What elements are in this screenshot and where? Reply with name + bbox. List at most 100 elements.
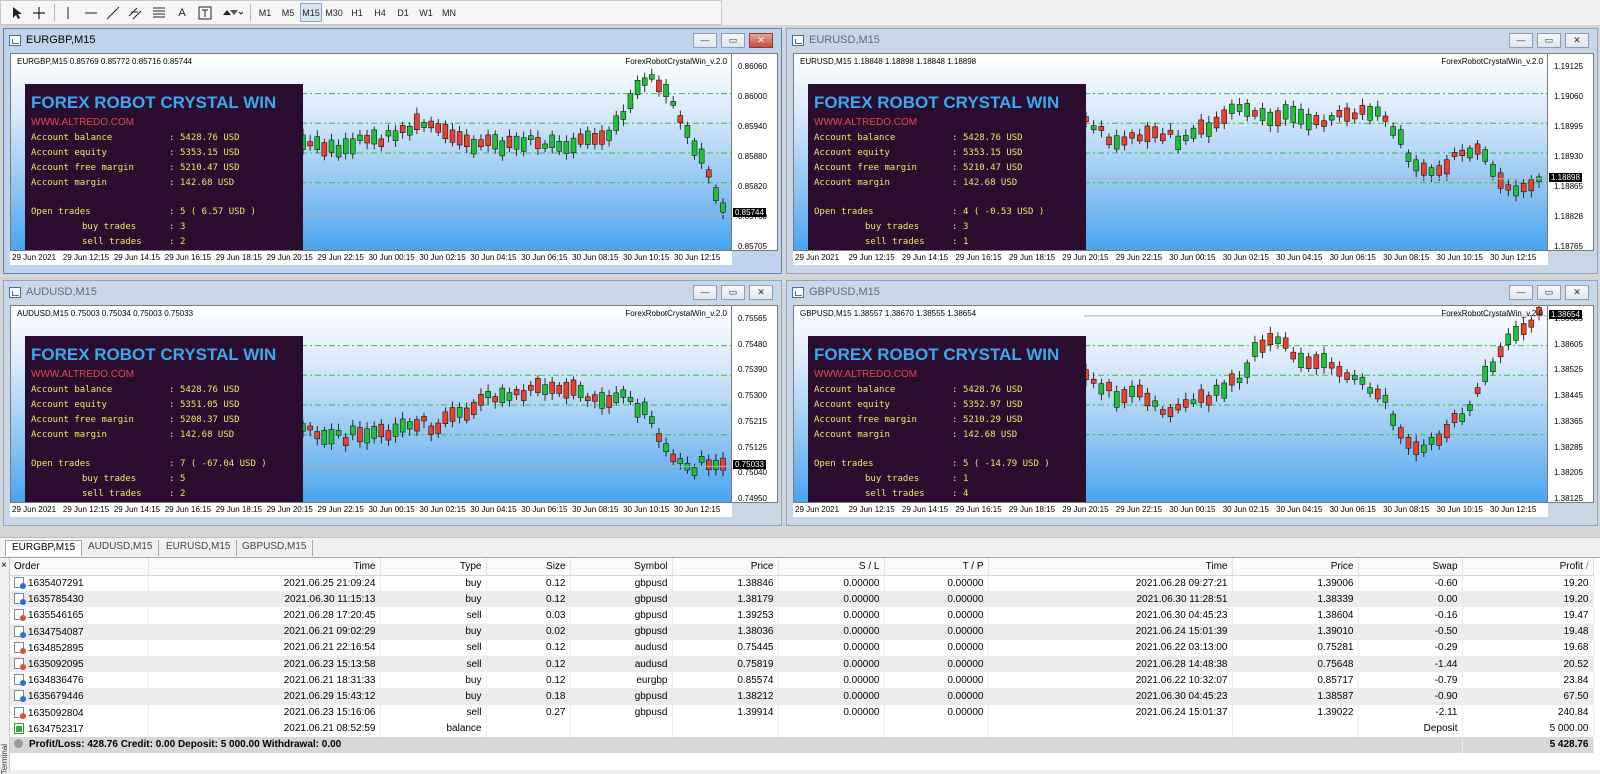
timeframe-m1-button[interactable]: M1 <box>254 3 276 22</box>
chart-window-titlebar[interactable]: EURUSD,M15 — ▭ ✕ <box>787 29 1597 53</box>
chart-window-titlebar[interactable]: GBPUSD,M15 — ▭ ✕ <box>787 281 1597 305</box>
chart-window-icon <box>9 287 21 298</box>
fibonacci-icon[interactable] <box>150 3 168 22</box>
trendline-icon[interactable] <box>104 3 122 22</box>
bull-candle <box>677 458 684 464</box>
tab-gbpusd[interactable]: GBPUSD,M15 <box>236 540 314 556</box>
close-button[interactable]: ✕ <box>1565 33 1589 48</box>
cell-value: 2021.06.21 18:31:33 <box>283 674 376 686</box>
minimize-button[interactable]: — <box>1509 33 1533 48</box>
close-button[interactable]: ✕ <box>749 33 773 48</box>
chart-ohlc-header: EURGBP,M15 0.85769 0.85772 0.85716 0.857… <box>17 57 193 66</box>
horizontal-line-icon[interactable] <box>82 3 100 22</box>
panel-free-margin-value: 5208.37 USD <box>180 415 240 425</box>
maximize-button[interactable]: ▭ <box>1537 33 1561 48</box>
table-row[interactable]: 1635407291 2021.06.25 21:09:24 buy 0.12 gbpu… <box>10 575 1594 592</box>
bear-candle <box>1405 437 1412 449</box>
channel-icon[interactable] <box>126 3 144 22</box>
cursor-icon[interactable] <box>8 3 26 22</box>
text-A-icon[interactable]: A <box>174 3 190 22</box>
tab-eurgbp[interactable]: EURGBP,M15 <box>5 540 83 556</box>
bull-candle <box>342 138 349 154</box>
timeframe-mn-button[interactable]: MN <box>438 3 460 22</box>
maximize-button[interactable]: ▭ <box>1537 285 1561 300</box>
column-header-time[interactable]: Time <box>148 558 381 576</box>
column-header-symbol[interactable]: Symbol <box>570 558 673 576</box>
minimize-button[interactable]: — <box>693 33 717 48</box>
column-header-time[interactable]: Time <box>988 558 1233 576</box>
column-header-swap[interactable]: Swap <box>1358 558 1463 576</box>
close-button[interactable]: ✕ <box>1565 285 1589 300</box>
table-row[interactable]: 1634836476 2021.06.21 18:31:33 buy 0.12 eurg… <box>10 672 1594 689</box>
chart-plot-area[interactable]: GBPUSD,M15 1.38557 1.38670 1.38555 1.386… <box>793 305 1548 503</box>
time-tick-label: 30 Jun 02:15 <box>419 505 466 514</box>
table-row[interactable]: 1634852895 2021.06.21 22:16:54 sell 0.12 aud… <box>10 639 1594 656</box>
cell-open-time: 2021.06.28 17:20:45 <box>148 607 381 624</box>
column-header-profit[interactable]: Profit / <box>1462 558 1594 576</box>
text-label-icon[interactable] <box>196 3 214 22</box>
table-row[interactable]: 1635092804 2021.06.23 15:16:06 sell 0.27 gbp… <box>10 704 1594 721</box>
cell-size: 0.02 <box>486 623 571 640</box>
bear-candle <box>1436 433 1442 446</box>
timeframe-h1-button[interactable]: H1 <box>346 3 368 22</box>
maximize-button[interactable]: ▭ <box>721 33 745 48</box>
timeframe-w1-button[interactable]: W1 <box>415 3 437 22</box>
timeframe-d1-button[interactable]: D1 <box>392 3 414 22</box>
table-row[interactable]: 1635546165 2021.06.28 17:20:45 sell 0.03 gbp… <box>10 607 1594 624</box>
table-row[interactable]: 1635679446 2021.06.29 15:43:12 buy 0.18 gbpu… <box>10 688 1594 705</box>
account-history-table-wrap: Order Time Type Size Symbol Price S / L T / P Ti… <box>10 558 1600 771</box>
column-header-order[interactable]: Order <box>10 558 149 576</box>
chart-plot-area[interactable]: EURUSD,M15 1.18848 1.18898 1.18848 1.188… <box>793 53 1548 251</box>
panel-colon: : <box>169 237 175 247</box>
timeframe-m5-button[interactable]: M5 <box>277 3 299 22</box>
cell-value: 2021.06.29 15:43:12 <box>283 690 376 702</box>
balance-row[interactable]: 1634752317 2021.06.21 08:52:59 balance Depo… <box>10 720 1594 737</box>
tab-audusd[interactable]: AUDUSD,M15 <box>82 540 160 556</box>
table-row[interactable]: 1634754087 2021.06.21 09:02:29 buy 0.02 gbpu… <box>10 623 1594 640</box>
chart-plot-area[interactable]: AUDUSD,M15 0.75003 0.75034 0.75003 0.750… <box>10 305 732 503</box>
cell-value: 0.75445 <box>737 642 774 654</box>
close-button[interactable]: ✕ <box>749 285 773 300</box>
column-header-sl[interactable]: S / L <box>778 558 885 576</box>
cell-value: 2021.06.21 09:02:29 <box>283 626 376 638</box>
bull-candle <box>1513 326 1519 341</box>
crosshair-icon[interactable] <box>30 3 48 22</box>
chart-window-titlebar[interactable]: AUDUSD,M15 — ▭ ✕ <box>4 281 781 305</box>
tab-eurusd[interactable]: EURUSD,M15 <box>160 540 238 556</box>
chart-window-eurusd[interactable]: EURUSD,M15 — ▭ ✕ EURUSD,M15 1.18848 1.18898 … <box>786 28 1598 274</box>
cell-value: 0.12 <box>546 674 566 686</box>
arrows-icon[interactable] <box>220 3 244 22</box>
column-header-price[interactable]: Price <box>1232 558 1359 576</box>
vertical-line-icon[interactable] <box>60 3 76 22</box>
chart-window-audusd[interactable]: AUDUSD,M15 — ▭ ✕ AUDUSD,M15 0.75003 0.75034 … <box>3 280 782 526</box>
panel-free-margin-value: 5210.47 USD <box>180 163 240 173</box>
time-tick-label: 30 Jun 08:15 <box>1383 505 1430 514</box>
column-header-type[interactable]: Type <box>380 558 487 576</box>
bear-candle <box>1459 149 1465 156</box>
table-row[interactable]: 1635785430 2021.06.30 11:15:13 buy 0.12 gbpu… <box>10 591 1594 608</box>
timeframe-m15-button[interactable]: M15 <box>300 3 322 22</box>
panel-balance-value: 5428.76 USD <box>180 385 240 395</box>
timeframe-m30-button[interactable]: M30 <box>323 3 345 22</box>
minimize-button[interactable]: — <box>693 285 717 300</box>
column-header-price[interactable]: Price <box>672 558 779 576</box>
price-tick-label: 0.75565 <box>738 314 767 323</box>
cell-value: 1635407291 <box>28 578 84 590</box>
chart-window-eurgbp[interactable]: EURGBP,M15 — ▭ ✕ EURGBP,M15 0.85769 0.85772 … <box>3 28 782 274</box>
cell-value: 0.12 <box>546 577 566 589</box>
column-header-size[interactable]: Size <box>486 558 571 576</box>
chart-plot-area[interactable]: EURGBP,M15 0.85769 0.85772 0.85716 0.857… <box>10 53 732 251</box>
close-icon[interactable]: × <box>1 560 7 571</box>
minimize-button[interactable]: — <box>1509 285 1533 300</box>
bull-candle <box>663 83 669 97</box>
maximize-button[interactable]: ▭ <box>721 285 745 300</box>
panel-colon: : <box>952 459 958 469</box>
chart-window-gbpusd[interactable]: GBPUSD,M15 — ▭ ✕ GBPUSD,M15 1.38557 1.38670 … <box>786 280 1598 526</box>
timeframe-h4-button[interactable]: H4 <box>369 3 391 22</box>
cell-type: sell <box>380 607 487 624</box>
column-header-tp[interactable]: T / P <box>884 558 989 576</box>
time-tick-label: 30 Jun 02:15 <box>1222 253 1269 262</box>
table-row[interactable]: 1635092095 2021.06.23 15:13:58 sell 0.12 aud… <box>10 655 1594 673</box>
cell-value: 0.12 <box>546 642 566 654</box>
chart-window-titlebar[interactable]: EURGBP,M15 — ▭ ✕ <box>4 29 781 53</box>
